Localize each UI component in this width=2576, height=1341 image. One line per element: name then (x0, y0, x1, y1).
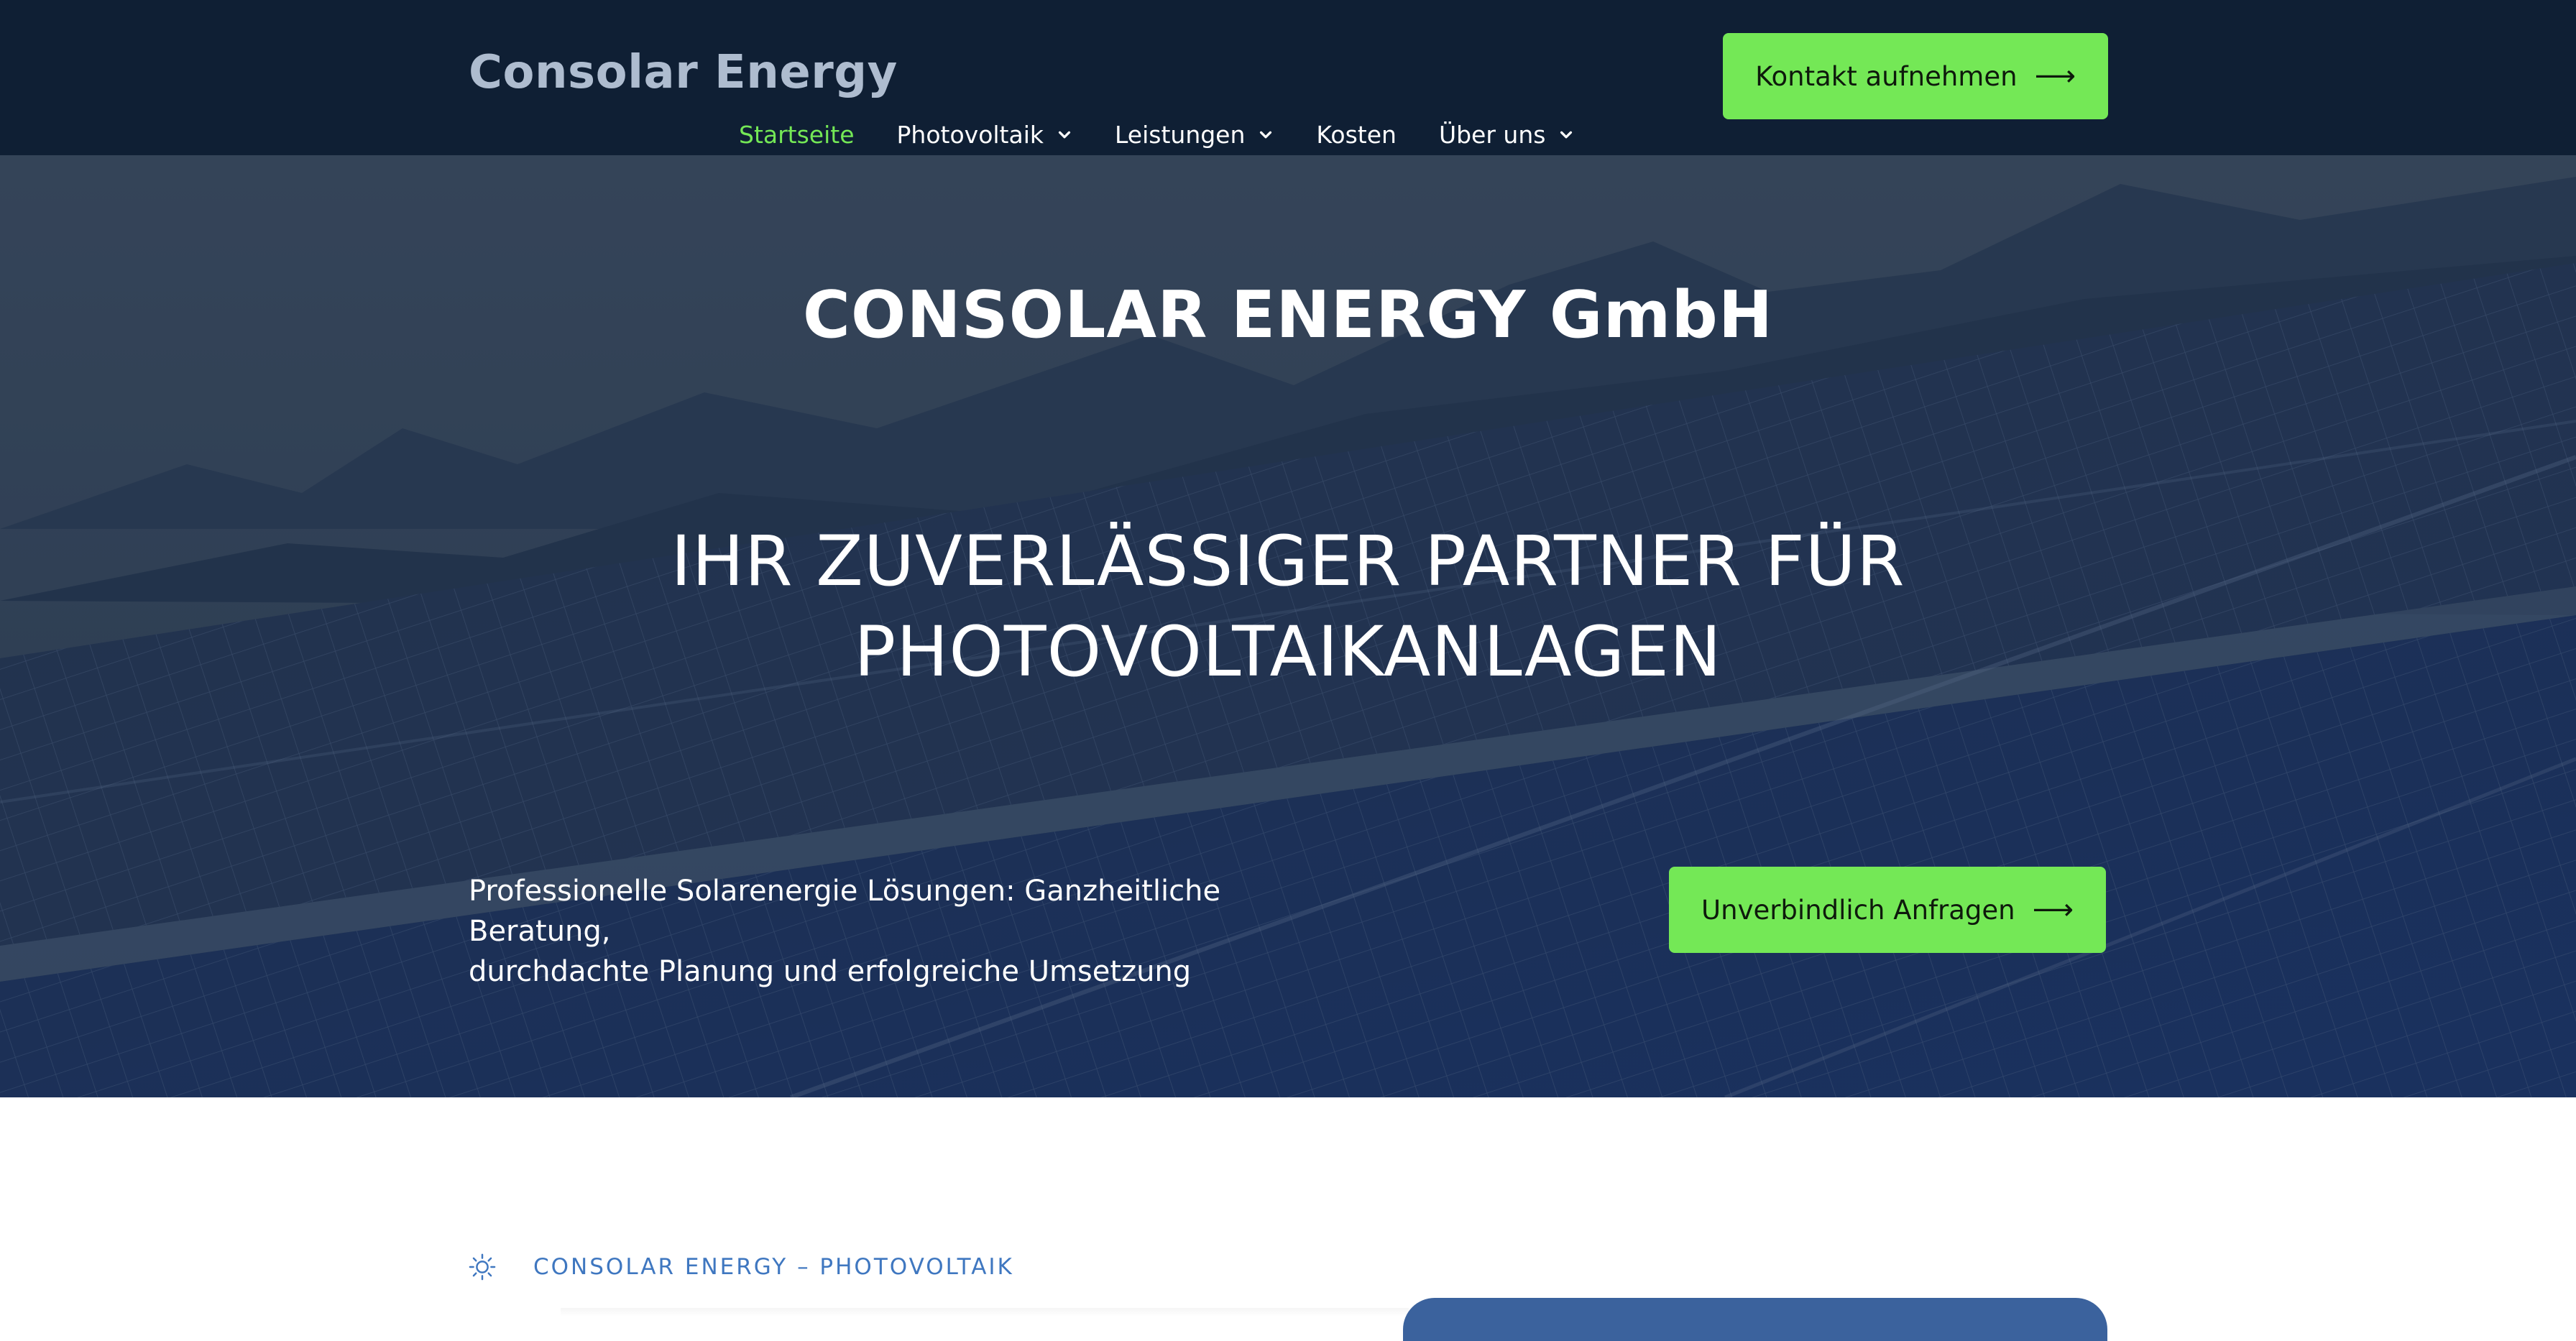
section-eyebrow: CONSOLAR ENERGY – PHOTOVOLTAIK (469, 1253, 1014, 1281)
chevron-down-icon (1560, 131, 1573, 138)
sun-icon (469, 1253, 496, 1281)
nav-item-label: Leistungen (1115, 121, 1246, 149)
hero-title-line-2: PHOTOVOLTAIKANLAGEN (854, 612, 1722, 692)
main-nav: Startseite Photovoltaik Leistungen Koste… (739, 121, 1574, 149)
hero-section: CONSOLAR ENERGY GmbH IHR ZUVERLÄSSIGER P… (0, 155, 2576, 1097)
nav-item-leistungen[interactable]: Leistungen (1115, 121, 1274, 149)
site-header: Consolar Energy Kontakt aufnehmen ⟶ Star… (0, 0, 2576, 155)
site-logo[interactable]: Consolar Energy (469, 46, 898, 99)
contact-button[interactable]: Kontakt aufnehmen ⟶ (1723, 33, 2108, 119)
nav-item-kosten[interactable]: Kosten (1316, 121, 1397, 149)
arrow-right-icon: ⟶ (2032, 893, 2074, 926)
nav-item-ueber-uns[interactable]: Über uns (1439, 121, 1574, 149)
nav-item-startseite[interactable]: Startseite (739, 121, 855, 149)
contact-button-label: Kontakt aufnehmen (1755, 60, 2018, 92)
chevron-down-icon (1260, 131, 1272, 138)
hero-subtitle: Professionelle Solarenergie Lösungen: Ga… (469, 871, 1331, 992)
content-card-shadow (561, 1308, 1409, 1317)
arrow-right-icon: ⟶ (2034, 60, 2076, 93)
nav-item-label: Kosten (1316, 121, 1397, 149)
hero-title: IHR ZUVERLÄSSIGER PARTNER FÜR PHOTOVOLTA… (0, 516, 2576, 697)
hero-subtitle-line-1: Professionelle Solarenergie Lösungen: Ga… (469, 875, 1221, 948)
section-eyebrow-label: CONSOLAR ENERGY – PHOTOVOLTAIK (533, 1254, 1014, 1280)
chevron-down-icon (1058, 131, 1071, 138)
inquiry-button-label: Unverbindlich Anfragen (1701, 894, 2015, 926)
nav-item-label: Über uns (1438, 121, 1546, 149)
hero-company-name: CONSOLAR ENERGY GmbH (802, 277, 1774, 353)
nav-item-label: Startseite (739, 121, 855, 149)
nav-item-photovoltaik[interactable]: Photovoltaik (897, 121, 1072, 149)
feature-card (1403, 1298, 2107, 1341)
nav-item-label: Photovoltaik (896, 121, 1044, 149)
hero-subtitle-line-2: durchdachte Planung und erfolgreiche Ums… (469, 955, 1192, 988)
hero-title-line-1: IHR ZUVERLÄSSIGER PARTNER FÜR (671, 521, 1905, 602)
inquiry-button[interactable]: Unverbindlich Anfragen ⟶ (1669, 867, 2106, 953)
